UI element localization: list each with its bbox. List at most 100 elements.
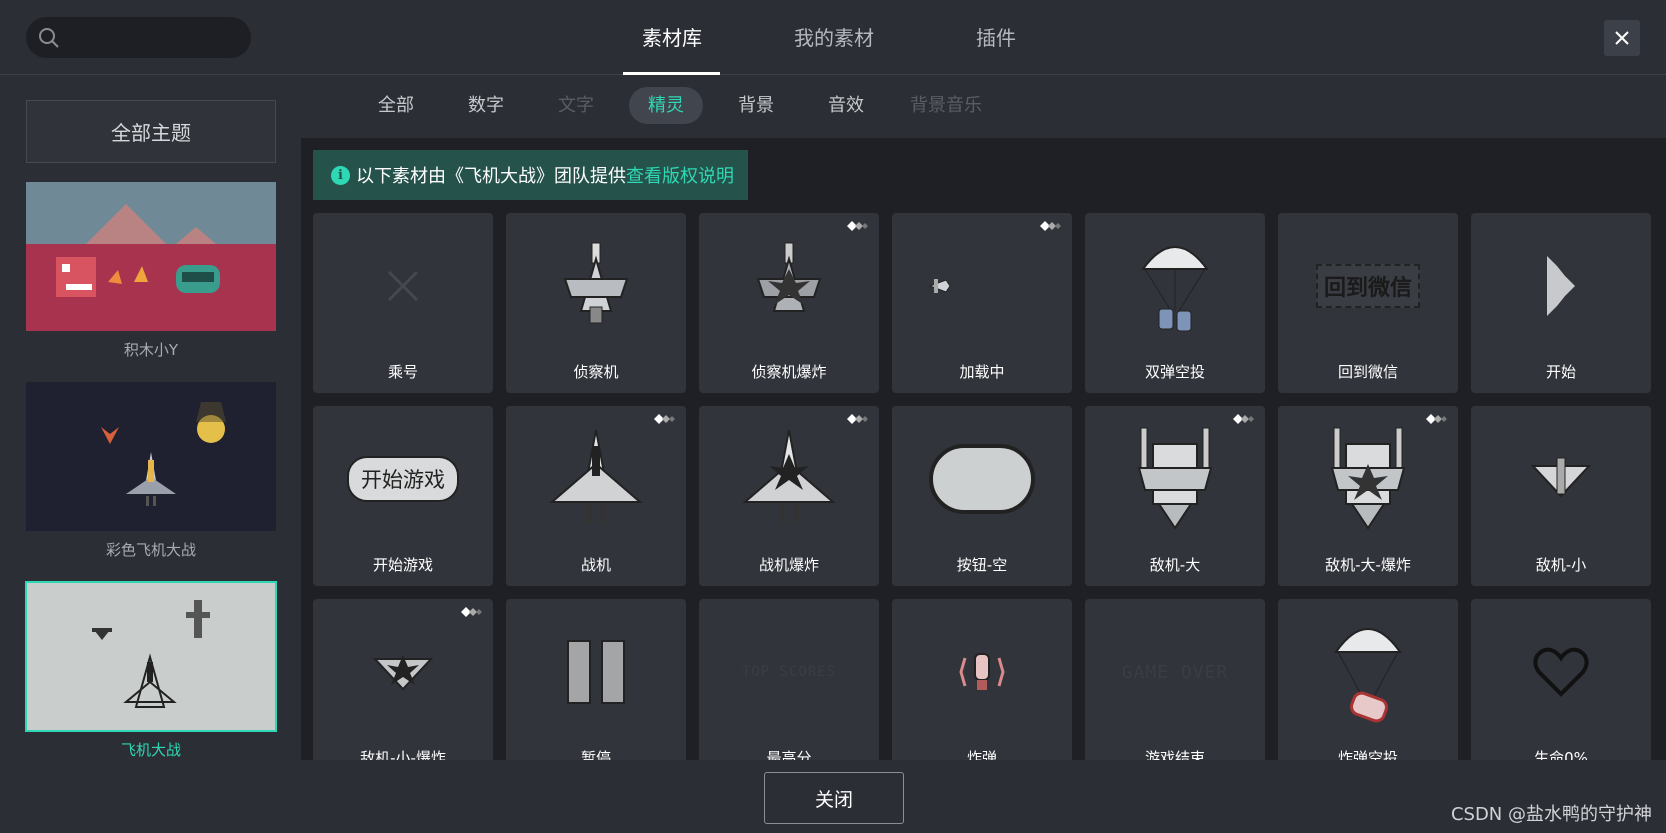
fighter-icon (506, 414, 686, 544)
enemy-large-explosion-icon (1278, 414, 1458, 544)
sprite-tile[interactable]: GAME OVER 游戏结束 (1085, 599, 1265, 760)
theme-label: 彩色飞机大战 (105, 541, 196, 559)
double-bullet-airdrop-icon (1085, 221, 1265, 351)
sprite-name: 生命0% (1534, 749, 1588, 760)
sprite-tile[interactable]: 敌机-小 (1471, 406, 1651, 586)
pause-icon (506, 607, 686, 737)
theme-label: 飞机大战 (120, 741, 181, 759)
sprite-name: 侦察机 (573, 363, 619, 381)
enemy-small-icon (1471, 414, 1651, 544)
sprite-tile[interactable]: 敌机-大-爆炸 (1278, 406, 1458, 586)
bomb-icon (892, 607, 1072, 737)
top-scores-icon: TOP SCORES (699, 607, 879, 737)
close-icon (1615, 31, 1629, 45)
category-sound-effects[interactable]: 音效 (809, 87, 883, 124)
theme-thumbnail (26, 182, 276, 331)
sprite-tile[interactable]: 加载中 (892, 213, 1072, 393)
sprite-tile[interactable]: 生命0% (1471, 599, 1651, 760)
enemy-small-explosion-icon (313, 607, 493, 737)
watermark-text: CSDN @盐水鸭的守护神 (1450, 804, 1652, 825)
theme-card-blocks[interactable]: 积木小Y (26, 182, 276, 360)
back-to-wechat-icon: 回到微信 (1278, 221, 1458, 351)
start-game-art-text: 开始游戏 (347, 456, 459, 502)
search-input[interactable] (68, 23, 238, 51)
dialog-footer: 关闭 CSDN @盐水鸭的守护神 (0, 760, 1666, 833)
theme-thumbnail (25, 581, 277, 732)
sprite-tile[interactable]: 回到微信 回到微信 (1278, 213, 1458, 393)
category-text: 文字 (558, 95, 594, 116)
multiply-icon (313, 221, 493, 351)
sprite-tile[interactable]: 侦察机爆炸 (699, 213, 879, 393)
sprite-tile[interactable]: 暂停 (506, 599, 686, 760)
sprite-name: 加载中 (959, 363, 1005, 381)
theme-card-plane-war[interactable]: 飞机大战 (25, 581, 277, 760)
sprite-name: 双弹空投 (1144, 363, 1205, 381)
sprite-name: 战机 (580, 556, 611, 574)
sprite-tile[interactable]: 战机爆炸 (699, 406, 879, 586)
sprite-name: 敌机-大 (1149, 556, 1201, 574)
sprite-name: 游戏结束 (1144, 749, 1205, 760)
notice-text: 以下素材由《飞机大战》团队提供 (356, 166, 626, 187)
copyright-notice: i 以下素材由《飞机大战》团队提供 查看版权说明 (313, 150, 748, 200)
theme-label: 积木小Y (123, 341, 179, 359)
material-content: 全部 数字 文字 精灵 背景 音效 背景音乐 i 以下素材由《飞机大战》团队提供… (301, 76, 1666, 760)
theme-sidebar: 全部主题 积木小Y 彩色飞机大战 飞机大战 (0, 76, 300, 760)
sprite-tile[interactable]: 敌机-大 (1085, 406, 1265, 586)
close-button[interactable]: 关闭 (764, 772, 904, 824)
category-sprites[interactable]: 精灵 (629, 87, 703, 124)
search-box[interactable] (26, 17, 251, 58)
copyright-link[interactable]: 查看版权说明 (626, 162, 734, 188)
sprite-name: 回到微信 (1337, 363, 1398, 381)
sprite-name: 暂停 (580, 749, 611, 760)
top-scores-art-text: TOP SCORES (741, 664, 837, 680)
empty-button-icon (892, 414, 1072, 544)
sprite-name: 按钮-空 (956, 556, 1008, 574)
scout-explosion-icon (699, 221, 879, 351)
active-tab-underline (623, 72, 720, 75)
sprite-tile[interactable]: 敌机-小-爆炸 (313, 599, 493, 760)
category-all[interactable]: 全部 (359, 87, 433, 124)
tab-material-library[interactable]: 素材库 (642, 22, 702, 51)
header-bar: 素材库 我的素材 插件 (0, 0, 1666, 75)
fighter-explosion-icon (699, 414, 879, 544)
all-themes-button[interactable]: 全部主题 (26, 100, 276, 163)
tab-my-materials[interactable]: 我的素材 (794, 22, 874, 51)
loading-plane-icon (892, 221, 1072, 351)
back-to-wechat-art-text: 回到微信 (1315, 264, 1420, 308)
theme-thumbnail (26, 382, 276, 531)
sprite-tile[interactable]: 开始 (1471, 213, 1651, 393)
sprite-name: 开始 (1545, 363, 1576, 381)
sprite-name: 战机爆炸 (758, 556, 819, 574)
sprite-tile[interactable]: TOP SCORES 最高分 (699, 599, 879, 760)
sprite-tile[interactable]: 按钮-空 (892, 406, 1072, 586)
enemy-large-icon (1085, 414, 1265, 544)
sprite-name: 敌机-大-爆炸 (1325, 556, 1411, 574)
bomb-airdrop-icon (1278, 607, 1458, 737)
sprite-tile[interactable]: 乘号 (313, 213, 493, 393)
sprite-name: 敌机-小-爆炸 (360, 749, 446, 760)
sprite-name: 最高分 (766, 749, 812, 760)
sprite-tile[interactable]: 炸弹 (892, 599, 1072, 760)
info-icon: i (331, 165, 350, 185)
sprite-name: 炸弹 (966, 749, 997, 760)
sprite-tile[interactable]: 炸弹空投 (1278, 599, 1458, 760)
start-game-button-icon: 开始游戏 (313, 414, 493, 544)
scout-plane-icon (506, 221, 686, 351)
close-dialog-button[interactable] (1604, 20, 1640, 56)
heart-icon (1471, 607, 1651, 737)
sprite-tile[interactable]: 战机 (506, 406, 686, 586)
sprite-tile[interactable]: 开始游戏 开始游戏 (313, 406, 493, 586)
category-backgrounds[interactable]: 背景 (719, 87, 793, 124)
sprite-tile[interactable]: 双弹空投 (1085, 213, 1265, 393)
sprite-name: 敌机-小 (1535, 556, 1587, 574)
sprite-tile[interactable]: 侦察机 (506, 213, 686, 393)
game-over-icon: GAME OVER (1085, 607, 1265, 737)
sprite-name: 乘号 (387, 363, 418, 381)
category-numbers[interactable]: 数字 (449, 87, 523, 124)
tab-plugins[interactable]: 插件 (976, 22, 1016, 51)
sprite-name: 开始游戏 (372, 556, 433, 574)
sprite-name: 炸弹空投 (1337, 749, 1398, 760)
theme-card-color-plane-war[interactable]: 彩色飞机大战 (26, 382, 276, 560)
category-background-music: 背景音乐 (910, 95, 982, 116)
game-over-art-text: GAME OVER (1121, 661, 1229, 683)
